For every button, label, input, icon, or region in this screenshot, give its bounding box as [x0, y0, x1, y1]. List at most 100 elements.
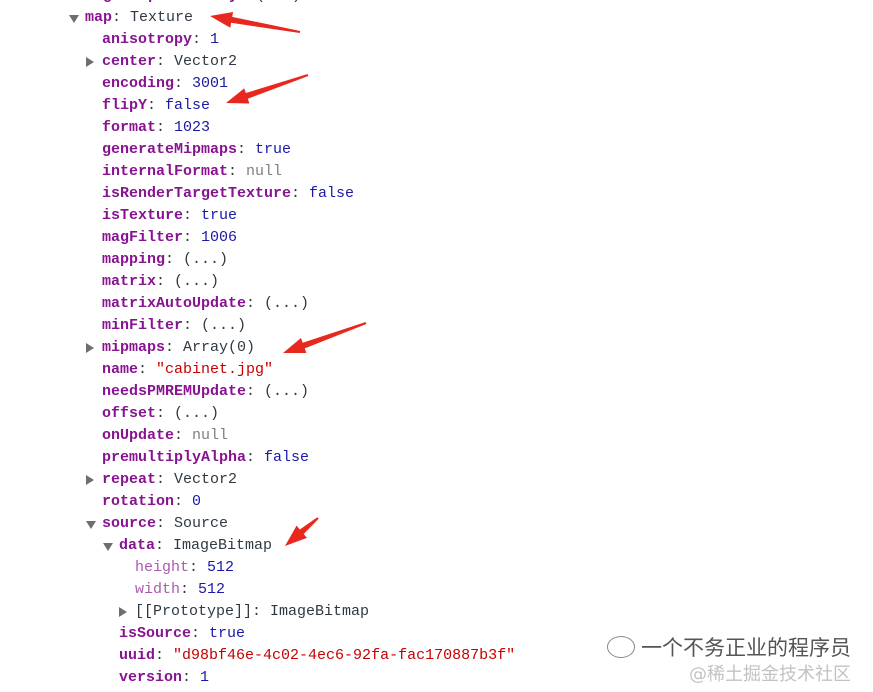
- property-value: Vector2: [174, 471, 238, 488]
- key-text: mapping: [102, 251, 166, 268]
- property-key: lightMapIntensity: (...): [85, 0, 301, 7]
- colon: :: [191, 625, 210, 642]
- property-value: ImageBitmap: [173, 537, 273, 554]
- property-value[interactable]: (...): [264, 383, 309, 400]
- property-key: isRenderTargetTexture: false: [102, 183, 354, 205]
- property-key: offset: (...): [102, 403, 219, 425]
- property-value: "d98bf46e-4c02-4ec6-92fa-fac170887b3f": [173, 647, 516, 664]
- tree-row-height: height: 512: [0, 557, 873, 579]
- colon: :: [192, 31, 211, 48]
- property-key: width: 512: [135, 579, 225, 601]
- colon: :: [112, 9, 131, 26]
- property-value[interactable]: (...): [264, 295, 309, 312]
- property-value: Source: [174, 515, 229, 532]
- property-key: onUpdate: null: [102, 425, 228, 447]
- property-key: mapping: (...): [102, 249, 228, 271]
- tree-row-matrix: matrix: (...): [0, 271, 873, 293]
- colon: :: [165, 251, 184, 268]
- tree-row-name: name: "cabinet.jpg": [0, 359, 873, 381]
- property-key: internalFormat: null: [102, 161, 282, 183]
- colon: :: [291, 185, 310, 202]
- property-value: false: [309, 185, 355, 202]
- property-key: flipY: false: [102, 95, 210, 117]
- key-text: source: [102, 515, 157, 532]
- key-text: needsPMREMUpdate: [102, 383, 247, 400]
- key-text: [[Prototype]]: [135, 603, 253, 620]
- property-value: 1023: [174, 119, 211, 136]
- tree-row-anisotropy: anisotropy: 1: [0, 29, 873, 51]
- tree-row-mipmaps[interactable]: mipmaps: Array(0): [0, 337, 873, 359]
- collapsed-triangle-icon[interactable]: [86, 343, 94, 353]
- property-key: map: Texture: [85, 7, 193, 29]
- key-text: mipmaps: [102, 339, 166, 356]
- key-text: internalFormat: [102, 163, 229, 180]
- key-text: rotation: [102, 493, 175, 510]
- key-text: encoding: [102, 75, 175, 92]
- key-text: repeat: [102, 471, 157, 488]
- key-text: matrix: [102, 273, 157, 290]
- key-text: anisotropy: [102, 31, 193, 48]
- property-value[interactable]: (...): [174, 273, 219, 290]
- key-text: flipY: [102, 97, 148, 114]
- property-value[interactable]: (...): [174, 405, 219, 422]
- property-key: uuid: "d98bf46e-4c02-4ec6-92fa-fac170887…: [119, 645, 515, 667]
- property-key: premultiplyAlpha: false: [102, 447, 309, 469]
- expanded-triangle-icon[interactable]: [103, 543, 113, 551]
- key-text: data: [119, 537, 156, 554]
- expanded-triangle-icon[interactable]: [69, 15, 79, 23]
- colon: :: [174, 493, 193, 510]
- wechat-icon: [607, 636, 635, 658]
- property-key: rotation: 0: [102, 491, 201, 513]
- property-key: anisotropy: 1: [102, 29, 219, 51]
- property-value: true: [201, 207, 238, 224]
- colon: :: [180, 581, 199, 598]
- collapsed-triangle-icon[interactable]: [86, 475, 94, 485]
- tree-row-prototype[interactable]: [[Prototype]]: ImageBitmap: [0, 601, 873, 623]
- colon: :: [183, 229, 202, 246]
- tree-row-encoding: encoding: 3001: [0, 73, 873, 95]
- property-key: needsPMREMUpdate: (...): [102, 381, 309, 403]
- property-key: magFilter: 1006: [102, 227, 237, 249]
- colon: :: [156, 273, 175, 290]
- collapsed-triangle-icon[interactable]: [119, 607, 127, 617]
- key-text: uuid: [119, 647, 156, 664]
- key-text: version: [119, 669, 183, 686]
- property-key: name: "cabinet.jpg": [102, 359, 273, 381]
- collapsed-triangle-icon[interactable]: [86, 57, 94, 67]
- property-value: 512: [198, 581, 226, 598]
- tree-row-mapping: mapping: (...): [0, 249, 873, 271]
- property-value: true: [209, 625, 246, 642]
- property-key: minFilter: (...): [102, 315, 246, 337]
- colon: :: [156, 119, 175, 136]
- colon: :: [156, 515, 175, 532]
- watermark-site: @稀土掘金技术社区: [689, 664, 851, 685]
- expanded-triangle-icon[interactable]: [86, 521, 96, 529]
- tree-row-source[interactable]: source: Source: [0, 513, 873, 535]
- key-text: isRenderTargetTexture: [102, 185, 292, 202]
- property-key: height: 512: [135, 557, 234, 579]
- property-value[interactable]: (...): [201, 317, 246, 334]
- tree-row-data[interactable]: data: ImageBitmap: [0, 535, 873, 557]
- property-key: matrixAutoUpdate: (...): [102, 293, 309, 315]
- tree-row-format: format: 1023: [0, 117, 873, 139]
- key-text: center: [102, 53, 157, 70]
- watermark-author: 一个不务正业的程序员: [641, 636, 851, 660]
- key-text: map: [85, 9, 113, 26]
- watermark: 一个不务正业的程序员: [607, 632, 851, 662]
- tree-row-center[interactable]: center: Vector2: [0, 51, 873, 73]
- tree-row-offset: offset: (...): [0, 403, 873, 425]
- tree-row-internalformat: internalFormat: null: [0, 161, 873, 183]
- tree-row-repeat[interactable]: repeat: Vector2: [0, 469, 873, 491]
- property-value[interactable]: (...): [256, 0, 301, 4]
- key-text: offset: [102, 405, 157, 422]
- tree-row-map[interactable]: map: Texture: [0, 7, 873, 29]
- property-key: generateMipmaps: true: [102, 139, 291, 161]
- property-key: repeat: Vector2: [102, 469, 237, 491]
- colon: :: [238, 0, 256, 4]
- colon: :: [174, 427, 193, 444]
- colon: :: [147, 97, 166, 114]
- colon: :: [183, 207, 202, 224]
- property-value: 0: [192, 493, 202, 510]
- property-value[interactable]: (...): [183, 251, 228, 268]
- property-value: Array(0): [183, 339, 256, 356]
